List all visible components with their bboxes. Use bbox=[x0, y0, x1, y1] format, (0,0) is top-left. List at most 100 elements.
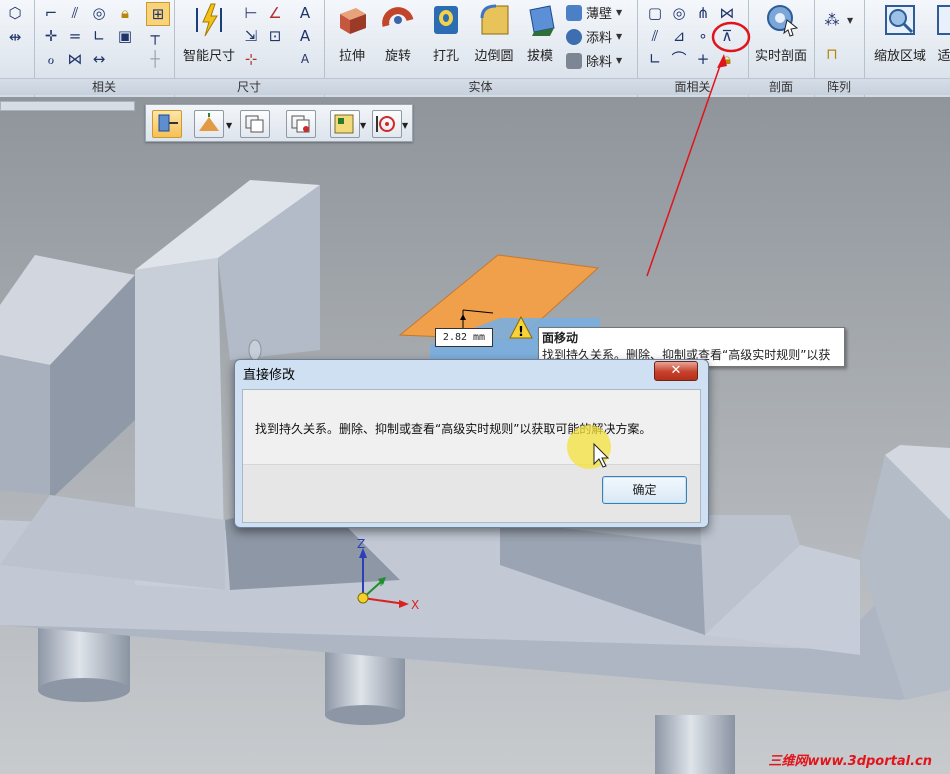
live-rules-button[interactable] bbox=[330, 110, 360, 138]
wall-hole bbox=[248, 339, 262, 361]
detach-face-icon bbox=[291, 115, 310, 133]
watermark: 三维网www.3dportal.cn bbox=[768, 754, 932, 769]
fit-button[interactable]: 适 bbox=[934, 2, 950, 64]
ribbon-group-view: 缩放区域 适 bbox=[864, 0, 950, 97]
horizontal-face-icon[interactable]: ⊼ bbox=[718, 27, 736, 45]
live-section-label: 实时剖面 bbox=[754, 49, 807, 64]
svg-text:!: ! bbox=[518, 325, 524, 340]
relation-assistant-icon[interactable]: ⊞ bbox=[146, 2, 170, 26]
move-method-button[interactable] bbox=[194, 110, 224, 138]
copy-face-icon bbox=[245, 115, 264, 133]
symmetric-dimension-icon[interactable]: ⇲ bbox=[242, 27, 260, 45]
hole-icon bbox=[434, 6, 458, 34]
detach-face-button[interactable] bbox=[286, 110, 316, 138]
connect-icon[interactable]: ✛ bbox=[42, 27, 60, 45]
hole-button[interactable]: 打孔 bbox=[424, 2, 468, 64]
extrude-button[interactable]: 拉伸 bbox=[330, 2, 374, 64]
triad-x-label: X bbox=[411, 598, 419, 612]
mirror-icon[interactable]: ⊓ bbox=[823, 45, 841, 63]
text-up-icon[interactable]: A bbox=[296, 27, 314, 45]
ok-button[interactable]: 确定 bbox=[602, 476, 687, 504]
revolve-button[interactable]: 旋转 bbox=[376, 2, 420, 64]
add-button[interactable]: 添料 ▼ bbox=[566, 27, 622, 46]
concentric-face-icon[interactable]: ∘ bbox=[694, 27, 712, 45]
maintain-relations-icon[interactable]: ┼ bbox=[146, 50, 164, 68]
perpendicular-face-icon[interactable]: ∟ bbox=[646, 50, 664, 68]
select-face-button[interactable] bbox=[152, 110, 182, 138]
round-button[interactable]: 边倒圆 bbox=[470, 2, 518, 64]
chevron-down-icon[interactable]: ▼ bbox=[226, 121, 232, 130]
add-label: 添料 bbox=[586, 31, 613, 46]
tangent-icon[interactable]: ℴ bbox=[42, 50, 60, 68]
remove-button[interactable]: 除料 ▼ bbox=[566, 51, 622, 70]
angle-dimension-icon[interactable]: ∠ bbox=[266, 4, 284, 22]
zoom-area-label: 缩放区域 bbox=[873, 49, 926, 64]
thin-wall-label: 薄壁 bbox=[586, 7, 613, 22]
dialog-message: 找到持久关系。删除、抑制或查看“高级实时规则”以获取可能的解决方案。 bbox=[255, 422, 652, 436]
annotation-icon[interactable]: A bbox=[296, 4, 314, 22]
revolve-label: 旋转 bbox=[384, 49, 411, 64]
cylinder-foot bbox=[655, 715, 735, 774]
equal-icon[interactable]: = bbox=[66, 27, 84, 45]
extrude-label: 拉伸 bbox=[338, 49, 365, 64]
dialog-close-button[interactable]: ✕ bbox=[654, 361, 698, 381]
pattern-icon[interactable]: ⁂ bbox=[823, 11, 841, 29]
chevron-down-icon[interactable]: ▼ bbox=[402, 121, 408, 130]
command-bar: ▼ ▼ ▼ bbox=[145, 104, 413, 142]
concentric-icon[interactable]: ◎ bbox=[90, 4, 108, 22]
steering-wheel-button[interactable] bbox=[372, 110, 402, 138]
ribbon-group-label: 面相关 bbox=[637, 78, 748, 95]
tangent-curve-icon[interactable]: ⌒ bbox=[670, 50, 688, 68]
offset-face-icon[interactable]: ⊿ bbox=[670, 27, 688, 45]
smart-dimension-button[interactable]: 智能尺寸 bbox=[178, 2, 240, 64]
between-dimension-icon[interactable]: ⊢ bbox=[242, 4, 260, 22]
remove-label: 除料 bbox=[586, 55, 613, 70]
rigid-set-icon[interactable]: ▣ bbox=[116, 27, 134, 45]
live-section-icon bbox=[767, 5, 799, 37]
ribbon-group-solid: 拉伸 旋转 打孔 边倒圆 拔模 薄壁 ▼ 添料 ▼ 除料 ▼ 实体 bbox=[324, 0, 638, 97]
chevron-down-icon[interactable]: ▼ bbox=[616, 8, 622, 17]
perpendicular-icon[interactable]: ⌐ bbox=[42, 4, 60, 22]
dialog-body: 找到持久关系。删除、抑制或查看“高级实时规则”以获取可能的解决方案。 确定 bbox=[242, 389, 701, 523]
coordinate-dimension-icon[interactable]: ⊡ bbox=[266, 27, 284, 45]
relation-handle-icon[interactable]: ┬ bbox=[146, 27, 164, 45]
horizontal-vertical-icon[interactable]: ∟ bbox=[90, 27, 108, 45]
add-icon bbox=[566, 28, 582, 45]
tangent-face-icon[interactable]: ⋔ bbox=[694, 4, 712, 22]
parallel-icon[interactable]: ⫽ bbox=[66, 4, 84, 22]
fit-label: 适 bbox=[937, 49, 950, 64]
draft-button[interactable]: 拔模 bbox=[520, 2, 560, 64]
ribbon-tool-icon[interactable]: ⬡ bbox=[6, 4, 24, 22]
symmetric-icon[interactable]: ⋈ bbox=[66, 50, 84, 68]
ribbon-tool-icon[interactable]: ⇹ bbox=[6, 28, 24, 46]
smart-dimension-label: 智能尺寸 bbox=[182, 49, 235, 64]
draft-icon bbox=[529, 5, 555, 36]
triad-z-label: Z bbox=[357, 537, 365, 551]
dialog-title: 直接修改 bbox=[243, 368, 296, 383]
live-section-button[interactable]: 实时剖面 bbox=[750, 2, 812, 64]
ribbon: ⬡ ⇹ ⌐ ⫽ ◎ 🔒︎ ⊞ ✛ = ∟ ▣ ┬ ℴ ⋈ ↔ ┼ 相关 智能尺寸… bbox=[0, 0, 950, 98]
lock-icon[interactable]: 🔒︎ bbox=[116, 4, 134, 22]
panel-scroll-strip[interactable] bbox=[0, 101, 135, 111]
chevron-down-icon[interactable]: ▼ bbox=[616, 56, 622, 65]
collinear-icon[interactable]: ↔ bbox=[90, 50, 108, 68]
triad-y-label: Y bbox=[377, 578, 385, 589]
fix-face-icon[interactable]: 🔒︎ bbox=[718, 50, 736, 68]
text-down-icon[interactable]: A bbox=[296, 50, 314, 68]
parallel-face-icon[interactable]: ⫽ bbox=[646, 27, 664, 45]
dimension-axis-icon[interactable]: ⊹ bbox=[242, 50, 260, 68]
symmetric-face-icon[interactable]: ⋈ bbox=[718, 4, 736, 22]
zoom-area-button[interactable]: 缩放区域 bbox=[870, 2, 930, 64]
thin-wall-button[interactable]: 薄壁 ▼ bbox=[566, 3, 622, 22]
coaxial-icon[interactable]: ◎ bbox=[670, 4, 688, 22]
chevron-down-icon[interactable]: ▼ bbox=[616, 32, 622, 41]
round-label: 边倒圆 bbox=[474, 49, 514, 64]
ribbon-group-label: 阵列 bbox=[814, 78, 864, 95]
copy-face-button[interactable] bbox=[240, 110, 270, 138]
chevron-down-icon[interactable]: ▼ bbox=[360, 121, 366, 130]
chevron-down-icon[interactable]: ▼ bbox=[847, 16, 853, 25]
aligned-face-icon[interactable]: + bbox=[694, 50, 712, 68]
coplanar-icon[interactable]: ▢ bbox=[646, 4, 664, 22]
dimension-value-box[interactable]: 2.82 mm bbox=[435, 328, 493, 347]
ribbon-group-array: ⁂ ▼ ⊓ 阵列 bbox=[814, 0, 865, 97]
